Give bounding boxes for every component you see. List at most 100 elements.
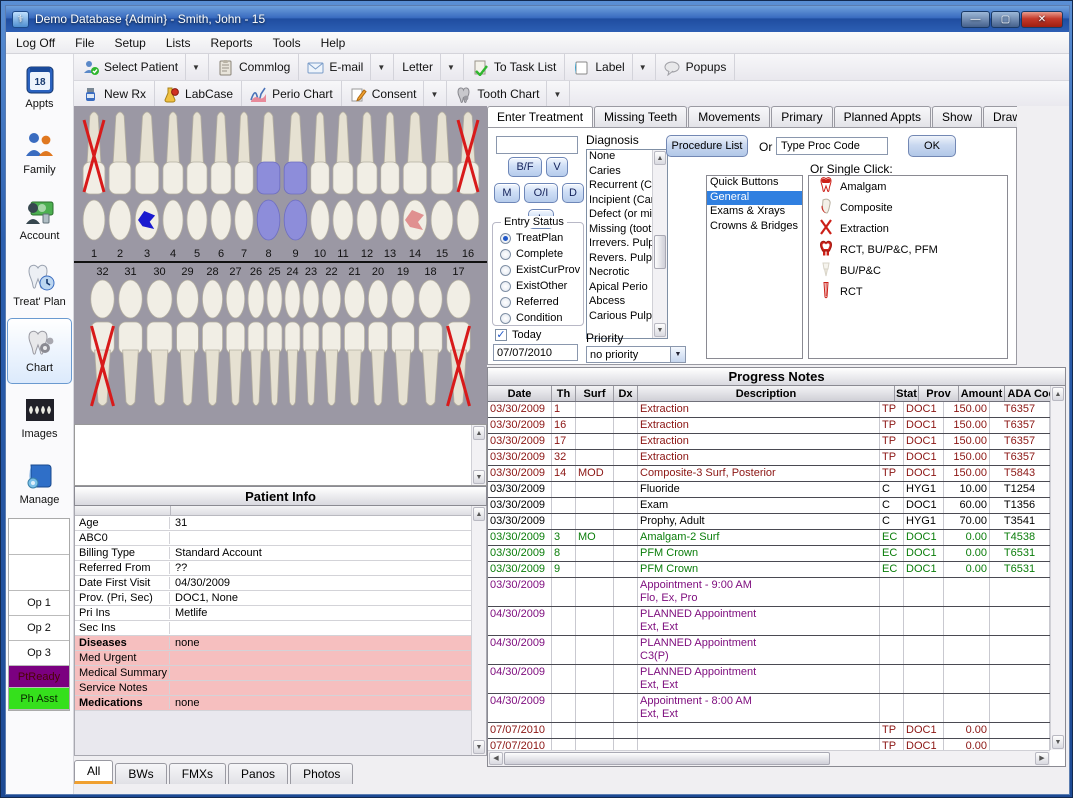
entry-status-option-treatplan[interactable]: TreatPlan: [493, 230, 583, 246]
quick-button-bu-p-c[interactable]: BU/P&C: [809, 260, 1007, 281]
tooth-number-input[interactable]: [496, 136, 578, 154]
column-header-surf[interactable]: Surf: [576, 386, 614, 401]
tooth-chart[interactable]: 1234567891011121314151632313029282726252…: [74, 106, 487, 424]
diagnosis-option[interactable]: Revers. Pulp.: [587, 252, 652, 267]
tooth-21[interactable]: 21: [344, 266, 364, 406]
title-bar[interactable]: ⚕ Demo Database {Admin} - Smith, John - …: [6, 6, 1069, 32]
status-button-ph-asst[interactable]: Ph Asst: [9, 688, 69, 710]
menu-item-tools[interactable]: Tools: [263, 33, 311, 53]
toolbar-button-commlog[interactable]: Commlog: [209, 54, 299, 80]
toolbar-button-consent[interactable]: Consent▼: [342, 81, 448, 107]
chevron-down-icon[interactable]: ▼: [423, 81, 438, 107]
patient-info-scrollbar[interactable]: ▲▼: [471, 506, 486, 755]
toolbar-button-e-mail[interactable]: E-mail▼: [299, 54, 394, 80]
surface-button-v[interactable]: V: [546, 157, 568, 177]
diagnosis-list[interactable]: ▲▼ NoneCariesRecurrent (Car)Incipient (C…: [586, 149, 668, 339]
chevron-down-icon[interactable]: ▼: [370, 54, 385, 80]
radio-button[interactable]: [500, 265, 511, 276]
column-header-th[interactable]: Th: [552, 386, 576, 401]
progress-row[interactable]: 03/30/200917ExtractionTPDOC1150.00T6357: [488, 434, 1050, 450]
op-list-blank[interactable]: [9, 519, 69, 555]
tooth-5[interactable]: 5: [187, 112, 207, 260]
toolbar-button-label[interactable]: Label▼: [565, 54, 655, 80]
diagnosis-option[interactable]: Carious Pulp E: [587, 310, 652, 325]
category-item-crowns-bridges[interactable]: Crowns & Bridges: [707, 220, 802, 235]
column-header-date[interactable]: Date: [488, 386, 552, 401]
progress-notes-vscrollbar[interactable]: ▲▼: [1050, 386, 1065, 750]
diagnosis-option[interactable]: Defect (or miss: [587, 208, 652, 223]
tooth-17[interactable]: 17: [447, 266, 471, 406]
quick-button-rct[interactable]: RCT: [809, 281, 1007, 302]
progress-row[interactable]: 03/30/200916ExtractionTPDOC1150.00T6357: [488, 418, 1050, 434]
radio-button[interactable]: [500, 281, 511, 292]
priority-dropdown[interactable]: no priority ▼: [586, 346, 686, 363]
diagnosis-option[interactable]: Necrotic: [587, 266, 652, 281]
progress-row[interactable]: 07/07/2010TPDOC10.00: [488, 723, 1050, 739]
tooth-29[interactable]: 29: [177, 266, 199, 406]
sidebar-item-appts[interactable]: 18Appts: [6, 54, 73, 120]
tooth-24[interactable]: 24: [285, 266, 300, 406]
progress-row[interactable]: 03/30/2009ExamCDOC160.00T1356: [488, 498, 1050, 514]
chevron-down-icon[interactable]: ▼: [546, 81, 561, 107]
tooth-16[interactable]: 16: [457, 112, 479, 260]
tooth-13[interactable]: 13: [381, 112, 399, 260]
toolbar-button-popups[interactable]: Popups: [656, 54, 736, 80]
sidebar-item-treat-plan[interactable]: Treat' Plan: [6, 252, 73, 318]
tooth-10[interactable]: 10: [311, 112, 329, 260]
tooth-18[interactable]: 18: [419, 266, 443, 406]
tooth-12[interactable]: 12: [357, 112, 377, 260]
sidebar-item-family[interactable]: Family: [6, 120, 73, 186]
tooth-11[interactable]: 11: [333, 112, 353, 260]
diagnosis-option[interactable]: Incipient (Car): [587, 194, 652, 209]
today-checkbox-box[interactable]: ✓: [495, 329, 507, 341]
op-list-blank[interactable]: [9, 555, 69, 591]
surface-button-m[interactable]: M: [494, 183, 520, 203]
minimize-button[interactable]: —: [961, 11, 990, 28]
toolbar-button-perio-chart[interactable]: Perio Chart: [242, 81, 342, 107]
radio-button[interactable]: [500, 313, 511, 324]
progress-row[interactable]: 03/30/2009Prophy, AdultCHYG170.00T3541: [488, 514, 1050, 530]
tooth-31[interactable]: 31: [119, 266, 143, 406]
image-tab-all[interactable]: All: [74, 760, 113, 784]
menu-item-reports[interactable]: Reports: [201, 33, 263, 53]
toolbar-button-letter[interactable]: Letter▼: [394, 54, 464, 80]
progress-row[interactable]: 04/30/2009Appointment - 8:00 AM Ext, Ext: [488, 694, 1050, 723]
tooth-6[interactable]: 6: [211, 112, 231, 260]
image-tab-photos[interactable]: Photos: [290, 763, 353, 784]
tooth-3[interactable]: 3: [135, 112, 159, 260]
tab-missing-teeth[interactable]: Missing Teeth: [594, 106, 687, 127]
tooth-26[interactable]: 26: [248, 266, 264, 406]
surface-button-b-f[interactable]: B/F: [508, 157, 542, 177]
tooth-2[interactable]: 2: [109, 112, 131, 260]
sidebar-item-chart[interactable]: Chart: [7, 318, 72, 384]
menu-item-help[interactable]: Help: [311, 33, 356, 53]
tab-movements[interactable]: Movements: [688, 106, 770, 127]
diagnosis-scrollbar[interactable]: ▲▼: [652, 150, 667, 338]
diagnosis-option[interactable]: Irrevers. Pulp.: [587, 237, 652, 252]
tab-show[interactable]: Show: [932, 106, 982, 127]
progress-row[interactable]: 03/30/2009Appointment - 9:00 AM Flo, Ex,…: [488, 578, 1050, 607]
tooth-14[interactable]: 14: [403, 112, 427, 260]
chevron-down-icon[interactable]: ▼: [185, 54, 200, 80]
progress-row[interactable]: 03/30/20093MOAmalgam-2 SurfECDOC10.00T45…: [488, 530, 1050, 546]
tooth-32[interactable]: 32: [91, 266, 115, 406]
op-button-op3[interactable]: Op 3: [9, 641, 69, 666]
tooth-30[interactable]: 30: [147, 266, 172, 406]
entry-status-option-existother[interactable]: ExistOther: [493, 278, 583, 294]
progress-row[interactable]: 04/30/2009PLANNED Appointment Ext, Ext: [488, 665, 1050, 694]
diagnosis-option[interactable]: Abcess: [587, 295, 652, 310]
toolbar-button-new-rx[interactable]: New Rx: [74, 81, 155, 107]
diagnosis-option[interactable]: Caries: [587, 165, 652, 180]
entry-status-option-complete[interactable]: Complete: [493, 246, 583, 262]
proc-code-input[interactable]: [776, 137, 888, 155]
image-tab-panos[interactable]: Panos: [228, 763, 288, 784]
image-tab-bws[interactable]: BWs: [115, 763, 166, 784]
menu-item-lists[interactable]: Lists: [156, 33, 201, 53]
tooth-27[interactable]: 27: [226, 266, 244, 406]
quick-button-extraction[interactable]: Extraction: [809, 218, 1007, 239]
menu-item-log-off[interactable]: Log Off: [6, 33, 65, 53]
procedure-list-button[interactable]: Procedure List: [666, 135, 748, 157]
column-header-amount[interactable]: Amount: [959, 386, 1005, 401]
column-header-dx[interactable]: Dx: [614, 386, 638, 401]
tooth-20[interactable]: 20: [368, 266, 387, 406]
